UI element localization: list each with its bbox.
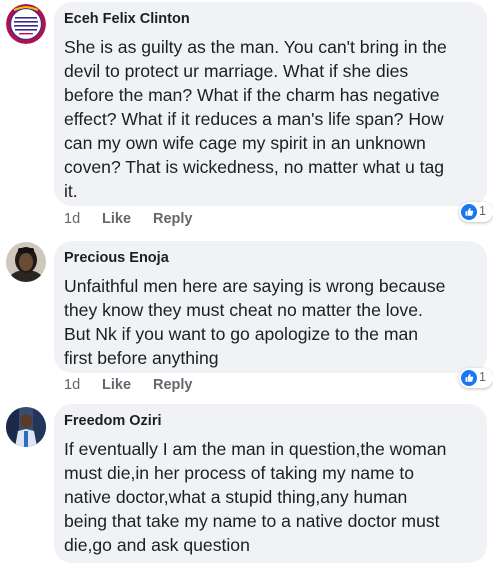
reply-button[interactable]: Reply [153, 211, 193, 227]
avatar[interactable] [6, 242, 46, 282]
avatar[interactable] [6, 407, 46, 447]
reaction-count: 1 [479, 370, 486, 384]
comment-item: Eceh Felix Clinton She is as guilty as t… [0, 0, 493, 235]
comment-bubble: Eceh Felix Clinton She is as guilty as t… [54, 2, 487, 206]
comment-item: Precious Enoja Unfaithful men here are s… [0, 238, 493, 398]
person-avatar-image [6, 242, 46, 282]
like-button[interactable]: Like [102, 211, 131, 227]
comment-text-line: native doctor,what a stupid thing,any hu… [64, 487, 408, 507]
comment-bubble: Precious Enoja Unfaithful men here are s… [54, 241, 487, 373]
comment-text: If eventually I am the man in question,t… [64, 437, 484, 557]
comment-text: She is as guilty as the man. You can't b… [64, 35, 484, 203]
comment-text-line: first before anything [64, 348, 219, 368]
comment-text-line: before the man? What if the charm has ne… [64, 85, 440, 105]
comment-text-line: it. [64, 181, 78, 201]
comment-text: Unfaithful men here are saying is wrong … [64, 274, 484, 370]
comment-author-name[interactable]: Eceh Felix Clinton [64, 11, 190, 27]
comment-author-name[interactable]: Freedom Oziri [64, 413, 162, 429]
reaction-count: 1 [479, 204, 486, 218]
reaction-summary[interactable]: 1 [459, 202, 493, 222]
comment-text-line: She is as guilty as the man. You can't b… [64, 37, 447, 57]
comment-text-line: can my own wife cage my spirit in an unk… [64, 133, 426, 153]
comment-text-line: If eventually I am the man in question,t… [64, 439, 447, 459]
avatar[interactable] [6, 4, 46, 44]
comment-timestamp[interactable]: 1d [64, 377, 80, 393]
person-avatar-image [6, 407, 46, 447]
reply-button[interactable]: Reply [153, 377, 193, 393]
like-thumb-icon [461, 370, 477, 386]
comment-timestamp[interactable]: 1d [64, 211, 80, 227]
comment-text-line: But Nk if you want to go apologize to th… [64, 324, 419, 344]
comment-text-line: they know they must cheat no matter the … [64, 300, 423, 320]
comment-bubble: Freedom Oziri If eventually I am the man… [54, 404, 487, 563]
celebration-avatar-image [6, 4, 46, 44]
like-button[interactable]: Like [102, 377, 131, 393]
comment-text-line: devil to protect ur marriage. What if sh… [64, 61, 409, 81]
comment-author-name[interactable]: Precious Enoja [64, 250, 169, 266]
like-thumb-icon [461, 204, 477, 220]
comment-text-line: coven? That is wickedness, no matter wha… [64, 157, 445, 177]
comment-text-line: must die,in her process of taking my nam… [64, 463, 415, 483]
reaction-summary[interactable]: 1 [459, 368, 493, 388]
comment-text-line: Unfaithful men here are saying is wrong … [64, 276, 446, 296]
comment-item: Freedom Oziri If eventually I am the man… [0, 404, 493, 563]
comment-text-line: effect? What if it reduces a man's life … [64, 109, 444, 129]
comment-text-line: die,go and ask question [64, 535, 250, 555]
comment-text-line: being that take my name to a native doct… [64, 511, 440, 531]
